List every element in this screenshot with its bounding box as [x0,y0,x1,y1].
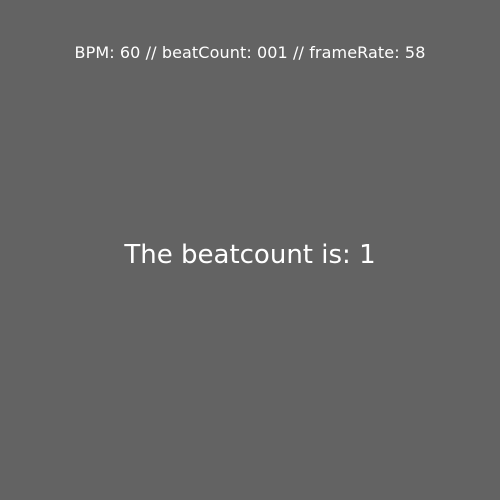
beatcount-message-value: 1 [359,240,376,270]
beatcount-message-prefix: The beatcount is: [124,240,360,270]
bpm-label: BPM: [74,43,120,62]
sketch-canvas: BPM: 60 // beatCount: 001 // frameRate: … [0,0,500,500]
status-separator: // [140,43,162,62]
beatcount-value: 001 [257,43,288,62]
framerate-label: frameRate: [309,43,405,62]
status-separator: // [287,43,310,62]
beatcount-label: beatCount: [161,43,257,62]
framerate-value: 58 [404,43,426,62]
status-line: BPM: 60 // beatCount: 001 // frameRate: … [0,42,500,64]
bpm-value: 60 [119,43,141,62]
beatcount-message: The beatcount is: 1 [0,238,500,272]
